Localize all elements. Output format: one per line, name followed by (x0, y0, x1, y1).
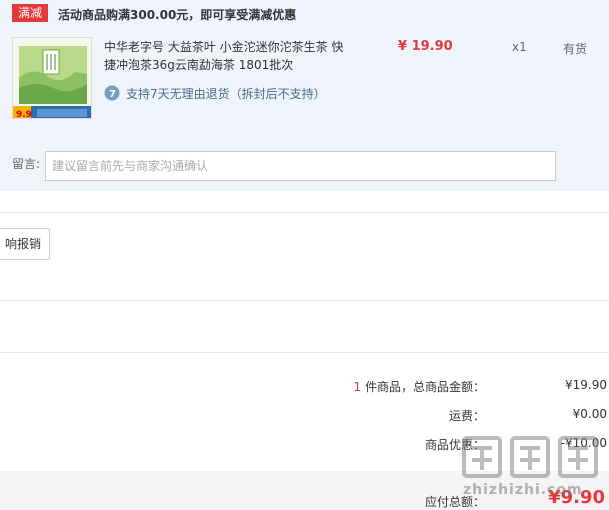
promo-bar: 满减 活动商品购满300.00元，即可享受满减优惠 (0, 0, 609, 28)
return-policy-text: 支持7天无理由退货（拆封后不支持） (126, 87, 326, 101)
note-label: 留言: (12, 157, 41, 171)
watermark-logo-icon (462, 436, 598, 478)
seven-day-return-icon: 7 (104, 85, 120, 101)
note-input[interactable] (45, 151, 556, 181)
goods-total-label: 1 件商品，总商品金额： (353, 380, 485, 394)
svg-text:7: 7 (109, 89, 116, 100)
tea-package-image: 9.9 (13, 38, 91, 119)
divider (0, 212, 609, 213)
shop-order-section: 满减 活动商品购满300.00元，即可享受满减优惠 9.9 中华老字号 大益茶叶… (0, 0, 609, 191)
divider (0, 352, 609, 353)
stock-status: 有货 (563, 42, 588, 56)
divider (0, 300, 609, 301)
goods-total-value: ¥19.90 (565, 378, 607, 392)
shipping-label: 运费： (448, 409, 485, 423)
order-confirm-page: 满减 活动商品购满300.00元，即可享受满减优惠 9.9 中华老字号 大益茶叶… (0, 0, 609, 510)
invoice-button[interactable]: 响报销 (0, 228, 51, 260)
shipping-value: ¥0.00 (572, 407, 607, 421)
thumb-price-label: 9.9 (16, 110, 32, 119)
product-title[interactable]: 中华老字号 大益茶叶 小金沱迷你沱茶生茶 快捷冲泡茶36g云南勐海茶 1801批… (104, 38, 354, 74)
goods-total-row: 1 件商品，总商品金额： ¥19.90 (0, 378, 609, 394)
product-quantity: x1 (512, 40, 527, 54)
promo-tag: 满减 (12, 4, 49, 22)
product-price: ¥ 19.90 (398, 39, 453, 54)
promo-text: 活动商品购满300.00元，即可享受满减优惠 (58, 8, 297, 22)
product-image[interactable]: 9.9 (12, 37, 92, 119)
watermark-text: zhizhizhi.com (463, 482, 583, 498)
shipping-row: 运费： ¥0.00 (0, 407, 609, 423)
